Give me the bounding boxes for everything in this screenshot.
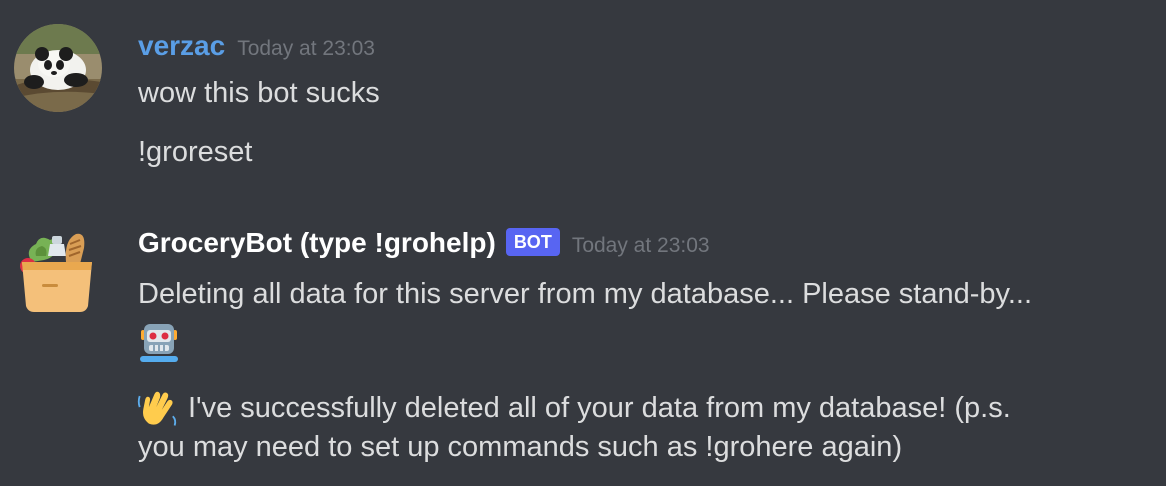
grocery-bag-icon: [20, 233, 92, 312]
message-header: GroceryBot (type !grohelp) BOT Today at …: [138, 226, 710, 260]
message-header: verzac Today at 23:03: [138, 29, 375, 63]
message-timestamp[interactable]: Today at 23:03: [572, 234, 710, 258]
message-timestamp[interactable]: Today at 23:03: [237, 37, 375, 61]
message-text: !groreset: [138, 136, 253, 168]
user-avatar[interactable]: [14, 24, 102, 112]
panda-avatar-icon: [14, 24, 102, 112]
waving-hand-icon[interactable]: [136, 385, 182, 431]
message-text: wow this bot sucks: [138, 77, 380, 109]
robot-icon[interactable]: [136, 318, 182, 364]
bot-badge: BOT: [505, 228, 560, 256]
author-name[interactable]: GroceryBot (type !grohelp): [138, 226, 496, 260]
author-name[interactable]: verzac: [138, 29, 225, 63]
success-message-text: I've successfully deleted all of your da…: [188, 392, 1011, 424]
bot-avatar[interactable]: [14, 226, 102, 314]
message-text: I've successfully deleted all of your da…: [136, 385, 1011, 431]
message-text: Deleting all data for this server from m…: [138, 278, 1033, 310]
message-text: you may need to set up commands such as …: [138, 431, 903, 463]
robot-emoji-line: [136, 318, 182, 364]
